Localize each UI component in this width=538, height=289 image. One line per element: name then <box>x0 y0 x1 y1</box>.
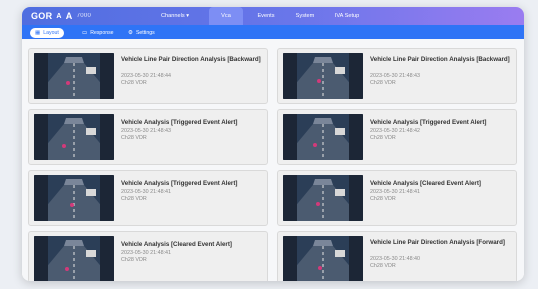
event-time: 2023-05-30 21:48:40 <box>370 256 421 262</box>
event-title: Vehicle Analysis [Triggered Event Alert] <box>370 119 487 126</box>
event-card[interactable]: Vehicle Analysis [Triggered Event Alert]… <box>28 109 268 165</box>
app-window: GOR A A 7000 Channels ▾ Vca Events Syste… <box>22 7 524 281</box>
event-thumbnail[interactable] <box>34 114 114 160</box>
event-card[interactable]: Vehicle Analysis [Cleared Event Alert] 2… <box>28 231 268 281</box>
top-navigation-bar: GOR A A 7000 Channels ▾ Vca Events Syste… <box>22 7 524 25</box>
event-source: Ch28 VDR <box>121 257 147 263</box>
event-source: Ch28 VDR <box>121 80 147 86</box>
event-time: 2023-05-30 21:48:42 <box>370 128 421 134</box>
event-card[interactable]: Vehicle Analysis [Triggered Event Alert]… <box>28 170 268 226</box>
event-thumbnail[interactable] <box>283 175 363 221</box>
event-source: Ch28 VDR <box>121 196 147 202</box>
subtab-settings-label: Settings <box>135 29 155 36</box>
event-time: 2023-05-30 21:48:43 <box>370 73 421 79</box>
event-thumbnail[interactable] <box>34 53 114 99</box>
event-source: Ch28 VDR <box>121 135 147 141</box>
event-title: Vehicle Line Pair Direction Analysis [Ba… <box>370 56 510 63</box>
event-title: Vehicle Analysis [Triggered Event Alert] <box>121 180 238 187</box>
nav-events[interactable]: Events <box>250 7 282 25</box>
nav-iva-setup[interactable]: IVA Setup <box>328 7 366 25</box>
brand-logo: GOR A A 7000 <box>31 10 91 22</box>
event-title: Vehicle Line Pair Direction Analysis [Fo… <box>370 239 505 246</box>
logo-mark-icon: A <box>56 12 62 20</box>
logo-subtitle: 7000 <box>76 13 92 19</box>
event-thumbnail[interactable] <box>34 236 114 281</box>
event-source: Ch28 VDR <box>370 196 396 202</box>
layout-icon: ▦ <box>35 29 41 36</box>
event-time: 2023-05-30 21:48:44 <box>121 73 172 79</box>
event-title: Vehicle Analysis [Cleared Event Alert] <box>121 241 232 248</box>
event-title: Vehicle Analysis [Cleared Event Alert] <box>370 180 481 187</box>
subtab-layout-label: Layout <box>43 29 59 36</box>
event-card[interactable]: Vehicle Line Pair Direction Analysis [Fo… <box>277 231 517 281</box>
event-time: 2023-05-30 21:48:41 <box>370 189 421 195</box>
subtab-response[interactable]: ▭ Response <box>82 28 114 37</box>
subtab-layout[interactable]: ▦ Layout <box>30 27 64 38</box>
event-card[interactable]: Vehicle Analysis [Cleared Event Alert] 2… <box>277 170 517 226</box>
logo-suffix: A <box>65 11 73 21</box>
nav-channels[interactable]: Channels ▾ <box>150 7 200 25</box>
event-time: 2023-05-30 21:48:41 <box>121 189 172 195</box>
event-thumbnail[interactable] <box>283 114 363 160</box>
event-source: Ch28 VDR <box>370 263 396 269</box>
event-thumbnail[interactable] <box>283 53 363 99</box>
event-card[interactable]: Vehicle Line Pair Direction Analysis [Ba… <box>28 48 268 104</box>
event-title: Vehicle Line Pair Direction Analysis [Ba… <box>121 56 261 63</box>
logo-text: GOR <box>31 11 53 21</box>
event-card[interactable]: Vehicle Line Pair Direction Analysis [Ba… <box>277 48 517 104</box>
nav-vca[interactable]: Vca <box>209 7 243 25</box>
event-grid: Vehicle Line Pair Direction Analysis [Ba… <box>22 39 524 281</box>
subtab-settings[interactable]: ⚙ Settings <box>128 28 155 37</box>
event-thumbnail[interactable] <box>283 236 363 281</box>
event-card[interactable]: Vehicle Analysis [Triggered Event Alert]… <box>277 109 517 165</box>
event-thumbnail[interactable] <box>34 175 114 221</box>
event-source: Ch28 VDR <box>370 80 396 86</box>
sub-navigation-bar: ▦ Layout ▭ Response ⚙ Settings <box>22 25 524 39</box>
gear-icon: ⚙ <box>128 29 133 36</box>
subtab-response-label: Response <box>90 29 114 36</box>
response-icon: ▭ <box>82 29 88 36</box>
nav-system[interactable]: System <box>288 7 322 25</box>
event-time: 2023-05-30 21:48:43 <box>121 128 172 134</box>
event-title: Vehicle Analysis [Triggered Event Alert] <box>121 119 238 126</box>
event-time: 2023-05-30 21:48:41 <box>121 250 172 256</box>
event-source: Ch28 VDR <box>370 135 396 141</box>
